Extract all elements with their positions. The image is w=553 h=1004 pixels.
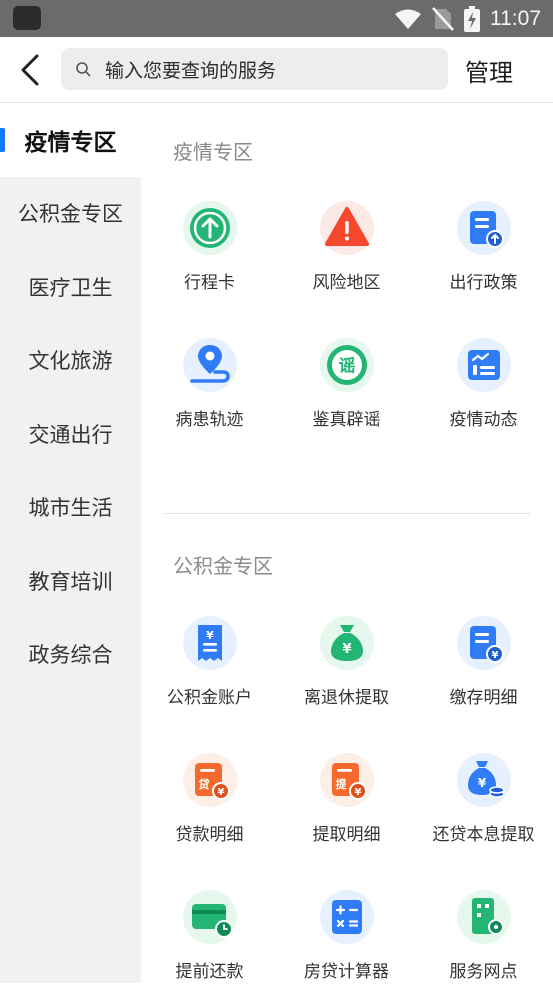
service-label: 病患轨迹	[175, 410, 244, 430]
document-yen-icon: ¥	[456, 616, 511, 670]
service-repayment-withdrawal[interactable]: ¥ 还贷本息提取	[415, 730, 552, 867]
service-label: 贷款明细	[175, 825, 244, 845]
section-title-epidemic: 疫情专区	[173, 140, 253, 164]
service-label: 鉴真辟谣	[312, 410, 381, 430]
location-path-icon	[182, 338, 237, 392]
svg-text:¥: ¥	[342, 642, 351, 657]
withdraw-document-icon: 提 ¥	[319, 753, 374, 807]
housing-fund-services-grid: ¥ 公积金账户 ¥ 离退休提取 ¥ 缴存明细 贷 ¥ 贷款明细 提 ¥ 提取明细…	[141, 593, 553, 1004]
sidebar-item-education[interactable]: 教育培训	[0, 544, 141, 618]
service-retirement-withdrawal[interactable]: ¥ 离退休提取	[278, 593, 415, 730]
sidebar-item-healthcare[interactable]: 医疗卫生	[0, 250, 141, 324]
service-early-repayment[interactable]: 提前还款	[141, 867, 278, 1004]
service-loan-details[interactable]: 贷 ¥ 贷款明细	[141, 730, 278, 867]
chart-board-icon	[456, 338, 511, 392]
no-sim-icon	[432, 6, 454, 31]
warning-icon	[319, 201, 374, 255]
service-label: 服务网点	[449, 962, 518, 982]
arrow-up-circle-icon	[182, 201, 237, 255]
svg-text:提: 提	[335, 777, 347, 791]
service-deposit-details[interactable]: ¥ 缴存明细	[415, 593, 552, 730]
epidemic-services-grid: 行程卡 风险地区 出行政策 病患轨迹 谣 鉴真辟谣 疫情动态	[141, 178, 553, 452]
section-title-housing-fund: 公积金专区	[173, 554, 273, 578]
category-sidebar: 疫情专区 公积金专区 医疗卫生 文化旅游 交通出行 城市生活 教育培训 政务综合	[0, 103, 141, 983]
search-placeholder: 输入您要查询的服务	[105, 59, 277, 82]
receipt-icon: ¥	[182, 616, 237, 670]
service-label: 缴存明细	[449, 688, 518, 708]
status-bar: 11:07	[0, 0, 553, 37]
service-fund-account[interactable]: ¥ 公积金账户	[141, 593, 278, 730]
loan-document-icon: 贷 ¥	[182, 753, 237, 807]
status-icons: 11:07	[394, 0, 541, 37]
search-input[interactable]: 输入您要查询的服务	[61, 48, 448, 90]
service-withdrawal-details[interactable]: 提 ¥ 提取明细	[278, 730, 415, 867]
service-label: 提取明细	[312, 825, 381, 845]
svg-text:¥: ¥	[206, 629, 214, 642]
sidebar-item-epidemic[interactable]: 疫情专区	[0, 103, 141, 177]
service-itinerary-card[interactable]: 行程卡	[141, 178, 278, 315]
rumor-badge-icon: 谣	[319, 338, 374, 392]
service-mortgage-calculator[interactable]: 房贷计算器	[278, 867, 415, 1004]
sidebar-item-housing-fund[interactable]: 公积金专区	[0, 177, 141, 251]
document-upload-icon	[456, 201, 511, 255]
battery-charging-icon	[464, 5, 480, 32]
section-divider	[164, 513, 530, 514]
service-rumor-check[interactable]: 谣 鉴真辟谣	[278, 315, 415, 452]
service-label: 疫情动态	[449, 410, 518, 430]
service-risk-areas[interactable]: 风险地区	[278, 178, 415, 315]
search-icon	[76, 62, 91, 77]
wifi-icon	[395, 9, 421, 29]
service-service-outlets[interactable]: 服务网点	[415, 867, 552, 1004]
manage-button[interactable]: 管理	[465, 53, 513, 88]
money-bag-icon: ¥	[319, 616, 374, 670]
svg-text:¥: ¥	[354, 787, 361, 798]
card-clock-icon	[182, 890, 237, 944]
sidebar-item-government[interactable]: 政务综合	[0, 618, 141, 692]
svg-text:¥: ¥	[217, 787, 224, 798]
sidebar-item-culture-tourism[interactable]: 文化旅游	[0, 324, 141, 398]
service-epidemic-news[interactable]: 疫情动态	[415, 315, 552, 452]
building-location-icon	[456, 890, 511, 944]
service-patient-trajectory[interactable]: 病患轨迹	[141, 315, 278, 452]
service-label: 行程卡	[184, 273, 235, 293]
svg-text:¥: ¥	[477, 776, 486, 790]
svg-text:贷: 贷	[198, 777, 209, 791]
calculator-icon	[319, 890, 374, 944]
status-time: 11:07	[490, 6, 541, 30]
service-label: 房贷计算器	[304, 962, 389, 982]
sidebar-item-city-life[interactable]: 城市生活	[0, 471, 141, 545]
back-arrow-icon[interactable]	[14, 53, 48, 87]
top-bar: 输入您要查询的服务 管理	[0, 37, 553, 103]
service-label: 出行政策	[449, 273, 518, 293]
svg-text:¥: ¥	[491, 650, 498, 661]
service-travel-policy[interactable]: 出行政策	[415, 178, 552, 315]
app-notification-icon	[13, 6, 41, 30]
service-label: 还贷本息提取	[432, 825, 535, 845]
service-label: 离退休提取	[304, 688, 389, 708]
money-bag-coins-icon: ¥	[456, 753, 511, 807]
service-label: 公积金账户	[167, 688, 252, 708]
service-label: 风险地区	[312, 273, 381, 293]
svg-text:谣: 谣	[338, 357, 355, 377]
services-panel: 疫情专区 行程卡 风险地区 出行政策 病患轨迹 谣 鉴真辟谣 疫情动态 公积金专…	[141, 103, 553, 983]
sidebar-item-transport[interactable]: 交通出行	[0, 397, 141, 471]
service-label: 提前还款	[175, 962, 244, 982]
